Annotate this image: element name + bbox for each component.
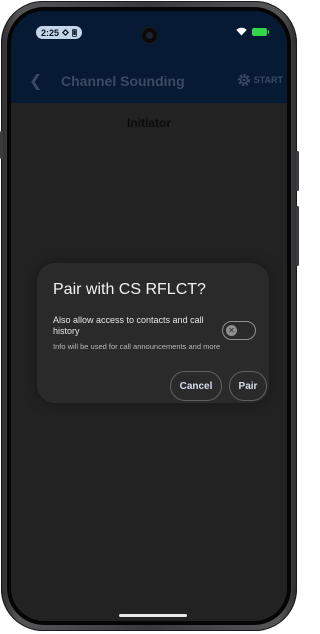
vpn-icon bbox=[62, 29, 70, 36]
phone-bezel: 2:25 ❮ Channel Sounding START Initiator … bbox=[7, 7, 291, 625]
contacts-access-label: Also allow access to contacts and call h… bbox=[53, 315, 204, 336]
section-title: Initiator bbox=[127, 116, 171, 130]
action-button bbox=[0, 131, 3, 159]
volume-button bbox=[296, 151, 299, 191]
start-button[interactable]: START bbox=[236, 72, 283, 88]
home-indicator[interactable] bbox=[119, 614, 187, 617]
contacts-access-description: Info will be used for call announcements… bbox=[53, 342, 221, 351]
gear-icon bbox=[237, 73, 250, 87]
power-button bbox=[296, 206, 299, 266]
screen: 2:25 ❮ Channel Sounding START Initiator … bbox=[11, 11, 287, 621]
phone-small-icon bbox=[72, 28, 77, 37]
phone-frame: 2:25 ❮ Channel Sounding START Initiator … bbox=[0, 1, 299, 631]
dialog-title: Pair with CS RFLCT? bbox=[53, 281, 206, 298]
contacts-access-toggle[interactable]: ✕ bbox=[222, 321, 256, 340]
status-icons bbox=[236, 27, 269, 36]
status-time: 2:25 bbox=[41, 27, 60, 38]
status-bar: 2:25 bbox=[11, 11, 287, 61]
arrow-back-icon[interactable]: ❮ bbox=[29, 71, 42, 91]
battery-icon bbox=[252, 27, 269, 36]
pair-button[interactable]: Pair bbox=[229, 371, 267, 401]
close-icon: ✕ bbox=[226, 324, 237, 336]
cancel-button[interactable]: Cancel bbox=[170, 371, 222, 401]
front-camera bbox=[142, 28, 157, 43]
wifi-icon bbox=[236, 27, 247, 36]
app-bar: ❮ Channel Sounding START bbox=[11, 61, 287, 103]
pair-dialog: Pair with CS RFLCT? Also allow access to… bbox=[37, 263, 269, 403]
start-label: START bbox=[253, 75, 283, 85]
status-pill: 2:25 bbox=[36, 26, 83, 39]
app-title: Channel Sounding bbox=[61, 73, 185, 89]
